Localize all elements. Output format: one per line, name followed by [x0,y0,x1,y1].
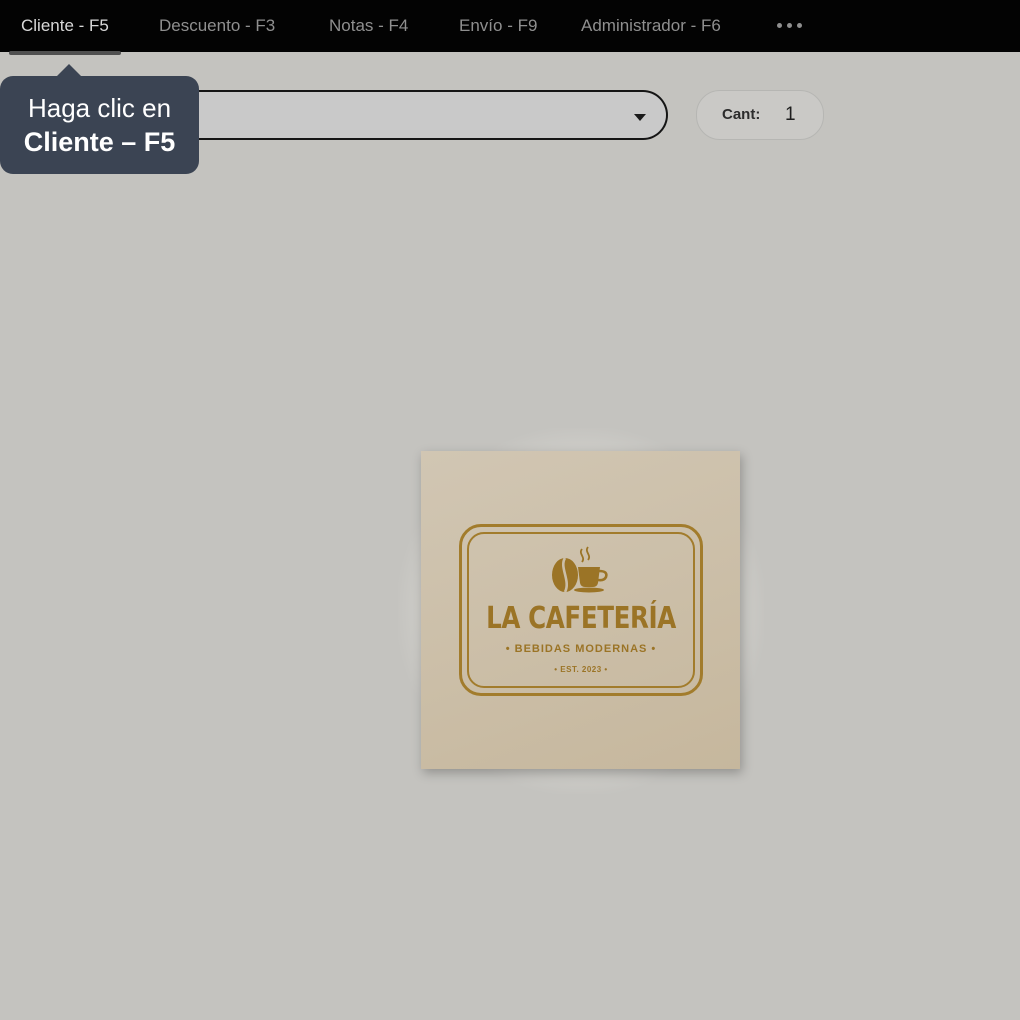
tooltip-line-2: Cliente – F5 [23,127,176,157]
top-menu-bar: Cliente - F5 Descuento - F3 Notas - F4 E… [0,0,1020,55]
logo-established: • EST. 2023 • [554,665,608,674]
menu-item-envio[interactable]: Envío - F9 [459,0,537,52]
quantity-value[interactable]: 1 [785,91,796,139]
menu-item-cliente[interactable]: Cliente - F5 [9,0,121,55]
menu-item-notas[interactable]: Notas - F4 [329,0,408,52]
store-logo: LA CAFETERÍA • BEBIDAS MODERNAS • • EST.… [421,451,740,769]
caret-down-icon[interactable] [634,114,646,121]
menu-item-descuento[interactable]: Descuento - F3 [159,0,275,52]
logo-title: LA CAFETERÍA [486,601,676,636]
logo-subtitle: • BEBIDAS MODERNAS • [505,643,657,655]
hint-tooltip: Haga clic en Cliente – F5 [0,64,199,174]
quantity-label: Cant: [722,106,761,123]
tooltip-line-1: Haga clic en [27,93,172,123]
menu-item-administrador[interactable]: Administrador - F6 [581,0,721,52]
quantity-field[interactable]: Cant: 1 [696,90,824,140]
pos-screen: Cliente - F5 Descuento - F3 Notas - F4 E… [0,0,1020,1020]
coffee-bean-cup-icon [552,546,608,593]
logo-frame: LA CAFETERÍA • BEBIDAS MODERNAS • • EST.… [459,524,703,696]
more-options-icon[interactable] [776,16,804,36]
